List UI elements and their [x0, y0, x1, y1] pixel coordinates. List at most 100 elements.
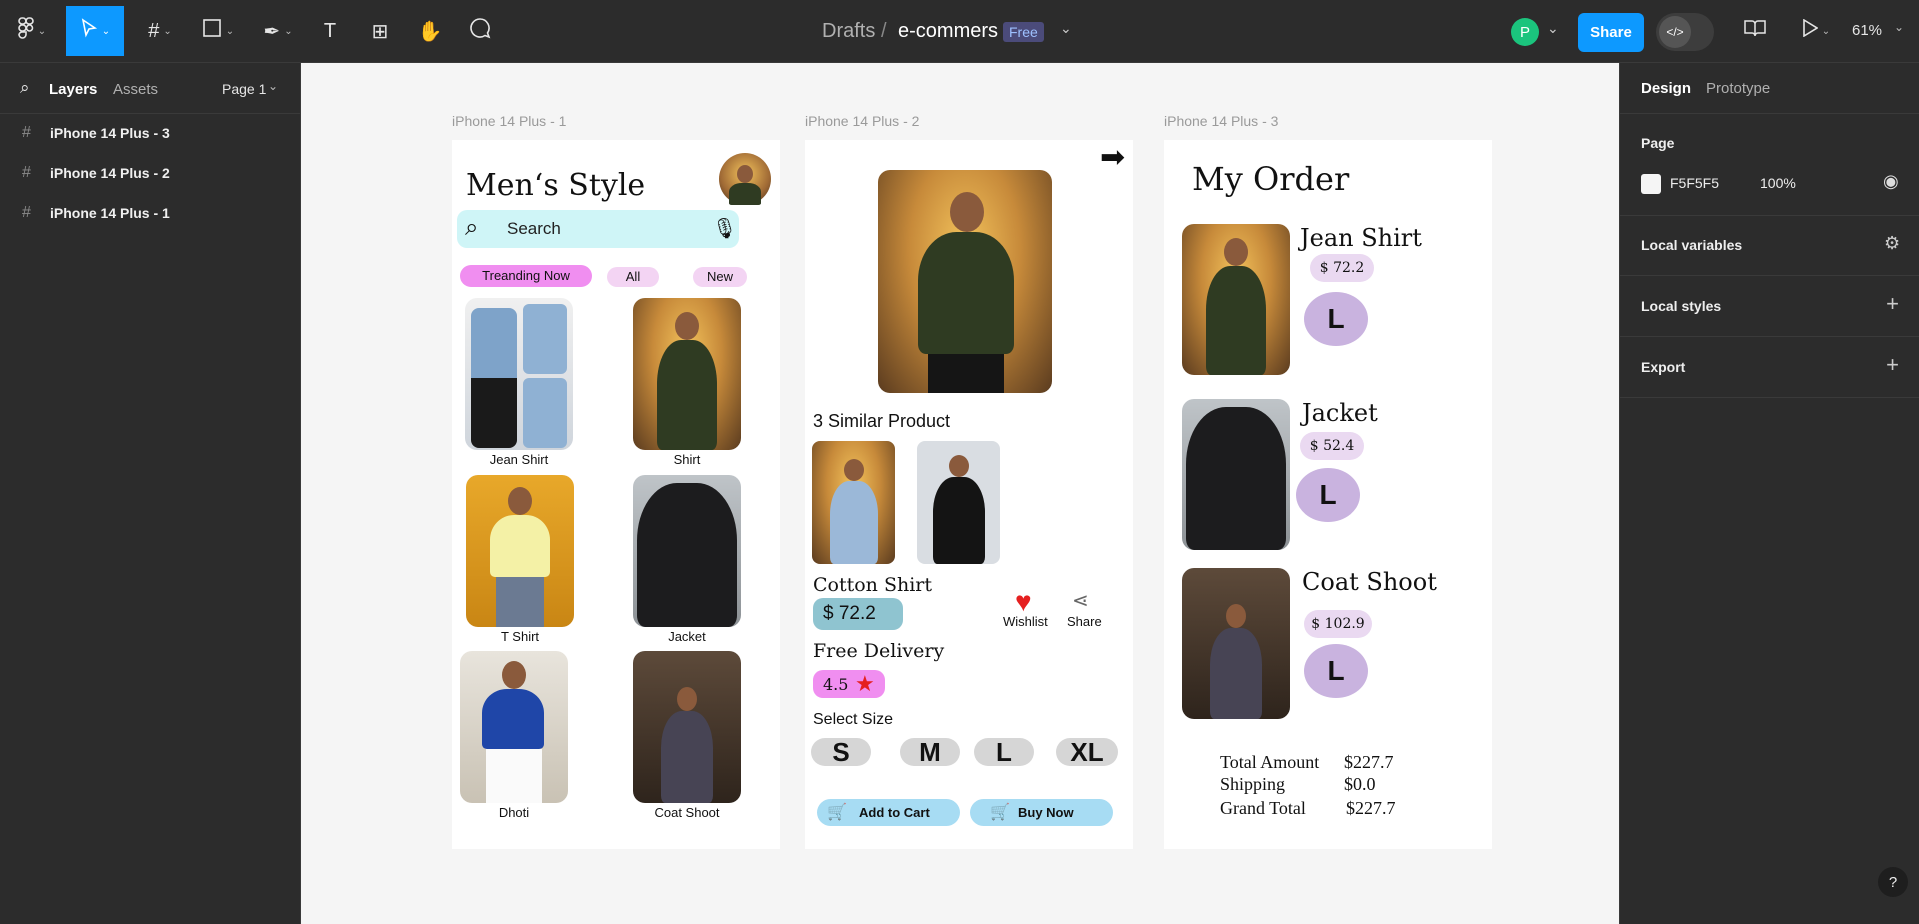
- search-input[interactable]: Search: [507, 219, 561, 239]
- avatar-face: [737, 165, 753, 183]
- frame-iphone-2[interactable]: ➡ 3 Similar Product Cotton Shirt $ 72.2 …: [805, 140, 1133, 849]
- file-name[interactable]: e-commers: [898, 20, 998, 43]
- product-image-shirt[interactable]: [633, 298, 741, 450]
- frame-icon: #: [22, 124, 31, 141]
- figure-legs: [928, 354, 1004, 393]
- help-button[interactable]: ?: [1878, 867, 1908, 897]
- figure-body: [1210, 628, 1262, 719]
- present-button[interactable]: ⌄: [1795, 6, 1837, 56]
- page-selector[interactable]: Page 1: [222, 81, 266, 97]
- product-image-dhoti[interactable]: [460, 651, 568, 803]
- chevron-down-icon[interactable]: ⌄: [268, 79, 278, 93]
- order-item-image[interactable]: [1182, 224, 1290, 375]
- file-menu-chevron-icon[interactable]: ⌄: [1060, 20, 1072, 37]
- main-menu-button[interactable]: ⌄: [10, 6, 54, 56]
- local-variables-label[interactable]: Local variables: [1641, 237, 1742, 253]
- export-label[interactable]: Export: [1641, 359, 1685, 375]
- frame-label-2[interactable]: iPhone 14 Plus - 2: [805, 113, 919, 129]
- comment-icon: [469, 17, 491, 45]
- product-image-jacket[interactable]: [633, 475, 741, 627]
- tab-design[interactable]: Design: [1641, 80, 1691, 97]
- search-bar[interactable]: ⌕ Search 🎙: [457, 210, 739, 248]
- search-icon[interactable]: ⌕: [20, 78, 30, 98]
- add-style-icon[interactable]: +: [1886, 291, 1899, 317]
- move-tool-button[interactable]: ⌄: [66, 6, 124, 56]
- chevron-down-icon[interactable]: ⌄: [1547, 20, 1559, 37]
- play-icon: [1802, 18, 1819, 43]
- product-image-coat-shoot[interactable]: [633, 651, 741, 803]
- shape-tool-button[interactable]: ⌄: [196, 6, 240, 56]
- user-avatar[interactable]: P: [1511, 18, 1539, 46]
- product-image-jean-shirt[interactable]: [465, 298, 573, 450]
- similar-product-image[interactable]: [917, 441, 1000, 564]
- chip-new[interactable]: New: [693, 267, 747, 287]
- product-image-t-shirt[interactable]: [466, 475, 574, 627]
- order-item-image[interactable]: [1182, 568, 1290, 719]
- order-item-size: L: [1296, 468, 1360, 522]
- figure-body: [482, 689, 544, 749]
- similar-product-image[interactable]: [812, 441, 895, 564]
- layer-item-iphone-2[interactable]: # iPhone 14 Plus - 2: [0, 157, 300, 189]
- size-option-s[interactable]: S: [811, 737, 871, 767]
- breadcrumb-drafts[interactable]: Drafts: [822, 20, 875, 43]
- page-opacity[interactable]: 100%: [1760, 175, 1796, 191]
- frame-label-1[interactable]: iPhone 14 Plus - 1: [452, 113, 566, 129]
- local-styles-label[interactable]: Local styles: [1641, 298, 1721, 314]
- buy-now-button[interactable]: 🛒 Buy Now: [970, 799, 1113, 826]
- breadcrumb-separator: /: [881, 20, 887, 42]
- page-color-swatch[interactable]: [1641, 174, 1661, 194]
- size-option-m[interactable]: M: [900, 737, 960, 767]
- library-button[interactable]: [1737, 6, 1773, 56]
- layer-label: iPhone 14 Plus - 1: [50, 205, 170, 221]
- size-option-l[interactable]: L: [974, 737, 1034, 767]
- share-button[interactable]: Share: [1578, 13, 1644, 52]
- figure-body: [661, 711, 713, 803]
- layer-item-iphone-1[interactable]: # iPhone 14 Plus - 1: [0, 197, 300, 229]
- hand-tool-button[interactable]: ✋: [414, 6, 446, 56]
- figure-head: [1226, 604, 1246, 628]
- figure-body: [490, 515, 550, 577]
- frame-label-3[interactable]: iPhone 14 Plus - 3: [1164, 113, 1278, 129]
- chip-all[interactable]: All: [607, 267, 659, 287]
- profile-avatar[interactable]: [719, 153, 771, 205]
- total-amount-value: $227.7: [1344, 752, 1394, 772]
- page-title: My Order: [1192, 160, 1350, 198]
- page-title: Men‘s Style: [466, 168, 646, 203]
- variables-icon[interactable]: ⚙: [1884, 233, 1900, 254]
- components-icon: ⊞: [371, 20, 389, 43]
- chevron-down-icon[interactable]: ⌄: [1894, 20, 1904, 34]
- tab-assets[interactable]: Assets: [113, 81, 158, 98]
- frame-iphone-3[interactable]: My Order Jean Shirt $ 72.2 L Jacket $ 52…: [1164, 140, 1492, 849]
- size-option-xl[interactable]: XL: [1056, 737, 1118, 767]
- eye-icon[interactable]: ◉: [1883, 171, 1899, 192]
- hero-product-image[interactable]: [878, 170, 1052, 393]
- chip-trending-now[interactable]: Treanding Now: [460, 265, 592, 287]
- figure-head: [949, 455, 969, 477]
- share-button[interactable]: Share: [1067, 614, 1102, 629]
- figure-legs: [486, 749, 542, 803]
- buy-now-label: Buy Now: [1018, 805, 1074, 820]
- layer-label: iPhone 14 Plus - 3: [50, 125, 170, 141]
- frame-iphone-1[interactable]: Men‘s Style ⌕ Search 🎙 Treanding Now All…: [452, 140, 780, 849]
- text-tool-button[interactable]: T: [314, 6, 346, 56]
- code-icon: </>: [1659, 16, 1691, 48]
- frame-tool-button[interactable]: # ⌄: [138, 6, 182, 56]
- tab-layers[interactable]: Layers: [49, 81, 97, 98]
- design-canvas[interactable]: iPhone 14 Plus - 1 iPhone 14 Plus - 2 iP…: [301, 63, 1619, 924]
- zoom-level[interactable]: 61%: [1852, 22, 1882, 39]
- page-color-hex[interactable]: F5F5F5: [1670, 175, 1719, 191]
- comment-tool-button[interactable]: [464, 6, 496, 56]
- add-to-cart-button[interactable]: 🛒 Add to Cart: [817, 799, 960, 826]
- wishlist-button[interactable]: Wishlist: [1003, 614, 1048, 629]
- layer-item-iphone-3[interactable]: # iPhone 14 Plus - 3: [0, 117, 300, 149]
- share-icon[interactable]: ⋖: [1072, 588, 1089, 613]
- resources-tool-button[interactable]: ⊞: [364, 6, 396, 56]
- arrow-right-icon[interactable]: ➡: [1100, 140, 1125, 175]
- order-item-image[interactable]: [1182, 399, 1290, 550]
- shipping-label: Shipping: [1220, 774, 1286, 794]
- dev-mode-toggle[interactable]: </>: [1656, 13, 1714, 51]
- microphone-icon[interactable]: 🎙: [712, 216, 737, 241]
- add-export-icon[interactable]: +: [1886, 352, 1899, 378]
- pen-tool-button[interactable]: ✒ ⌄: [256, 6, 300, 56]
- tab-prototype[interactable]: Prototype: [1706, 80, 1770, 97]
